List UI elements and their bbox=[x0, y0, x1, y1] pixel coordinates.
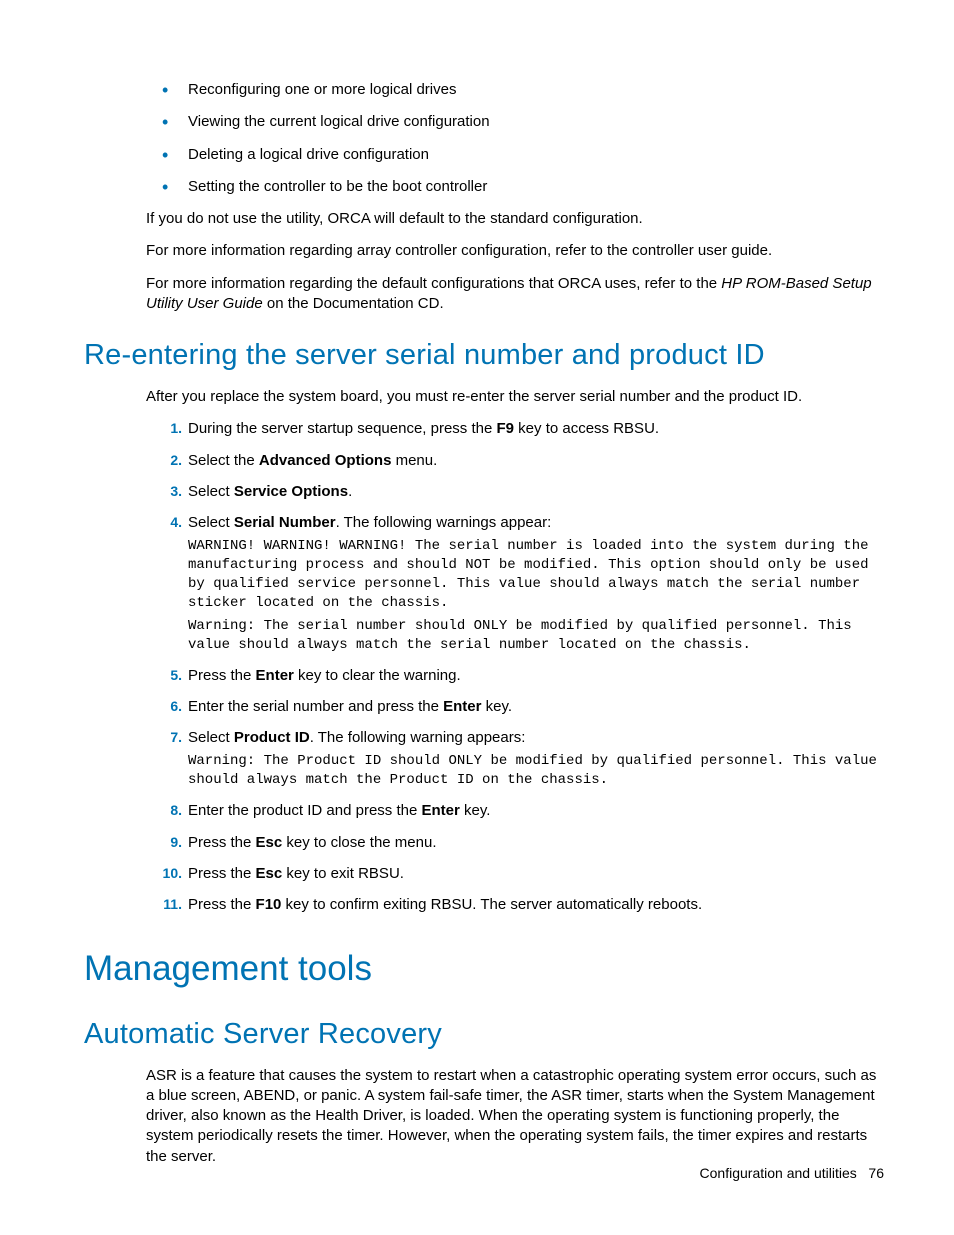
text-run: Press the bbox=[188, 865, 256, 882]
steps-list: During the server startup sequence, pres… bbox=[84, 419, 884, 915]
bullet-item: Viewing the current logical drive config… bbox=[84, 112, 884, 132]
text-run: key. bbox=[481, 698, 512, 715]
step-8: Enter the product ID and press the Enter… bbox=[84, 801, 884, 821]
text-run: Select the bbox=[188, 452, 259, 469]
text-run: Enter the serial number and press the bbox=[188, 698, 443, 715]
text-run: . The following warning appears: bbox=[310, 729, 526, 746]
footer-section: Configuration and utilities bbox=[700, 1165, 857, 1181]
text-run: . bbox=[348, 483, 352, 500]
paragraph-more-info-array: For more information regarding array con… bbox=[84, 241, 884, 261]
warning-block-serial-1: WARNING! WARNING! WARNING! The serial nu… bbox=[188, 537, 884, 613]
warning-block-serial-2: Warning: The serial number should ONLY b… bbox=[188, 617, 884, 655]
heading-asr: Automatic Server Recovery bbox=[84, 1015, 884, 1054]
menu-advanced-options: Advanced Options bbox=[259, 452, 392, 469]
text-run: key to access RBSU. bbox=[514, 420, 659, 437]
text-run: Press the bbox=[188, 896, 256, 913]
text-run: Select bbox=[188, 729, 234, 746]
menu-serial-number: Serial Number bbox=[234, 514, 336, 531]
menu-product-id: Product ID bbox=[234, 729, 310, 746]
key-enter: Enter bbox=[421, 802, 459, 819]
step-4: Select Serial Number. The following warn… bbox=[84, 513, 884, 655]
text-run: Select bbox=[188, 483, 234, 500]
key-esc: Esc bbox=[256, 834, 283, 851]
text-run: on the Documentation CD. bbox=[263, 295, 444, 312]
menu-service-options: Service Options bbox=[234, 483, 348, 500]
text-run: key to clear the warning. bbox=[294, 667, 461, 684]
step-3: Select Service Options. bbox=[84, 482, 884, 502]
text-run: For more information regarding the defau… bbox=[146, 275, 721, 292]
text-run: During the server startup sequence, pres… bbox=[188, 420, 497, 437]
step-2: Select the Advanced Options menu. bbox=[84, 451, 884, 471]
text-run: key to exit RBSU. bbox=[282, 865, 404, 882]
key-f9: F9 bbox=[497, 420, 515, 437]
key-enter: Enter bbox=[443, 698, 481, 715]
text-run: Press the bbox=[188, 834, 256, 851]
key-f10: F10 bbox=[256, 896, 282, 913]
bullet-item: Reconfiguring one or more logical drives bbox=[84, 80, 884, 100]
heading-reenter-serial: Re-entering the server serial number and… bbox=[84, 336, 884, 375]
bullet-item: Setting the controller to be the boot co… bbox=[84, 177, 884, 197]
key-enter: Enter bbox=[256, 667, 294, 684]
step-6: Enter the serial number and press the En… bbox=[84, 697, 884, 717]
text-run: Select bbox=[188, 514, 234, 531]
orca-options-list: Reconfiguring one or more logical drives… bbox=[84, 80, 884, 197]
step-7: Select Product ID. The following warning… bbox=[84, 728, 884, 790]
warning-block-product-id: Warning: The Product ID should ONLY be m… bbox=[188, 752, 884, 790]
text-run: key. bbox=[460, 802, 491, 819]
text-run: Enter the product ID and press the bbox=[188, 802, 421, 819]
text-run: key to close the menu. bbox=[282, 834, 436, 851]
paragraph-orca-default: If you do not use the utility, ORCA will… bbox=[84, 209, 884, 229]
page-footer: Configuration and utilities 76 bbox=[700, 1164, 884, 1183]
step-10: Press the Esc key to exit RBSU. bbox=[84, 864, 884, 884]
step-5: Press the Enter key to clear the warning… bbox=[84, 666, 884, 686]
bullet-item: Deleting a logical drive configuration bbox=[84, 145, 884, 165]
text-run: menu. bbox=[391, 452, 437, 469]
heading-management-tools: Management tools bbox=[84, 945, 884, 992]
paragraph-more-info-default: For more information regarding the defau… bbox=[84, 274, 884, 315]
paragraph-asr: ASR is a feature that causes the system … bbox=[84, 1066, 884, 1167]
step-9: Press the Esc key to close the menu. bbox=[84, 833, 884, 853]
text-run: Press the bbox=[188, 667, 256, 684]
step-11: Press the F10 key to confirm exiting RBS… bbox=[84, 895, 884, 915]
text-run: . The following warnings appear: bbox=[336, 514, 552, 531]
text-run: key to confirm exiting RBSU. The server … bbox=[281, 896, 702, 913]
key-esc: Esc bbox=[256, 865, 283, 882]
step-1: During the server startup sequence, pres… bbox=[84, 419, 884, 439]
footer-page-number: 76 bbox=[868, 1165, 884, 1181]
paragraph-after-replace: After you replace the system board, you … bbox=[84, 387, 884, 407]
